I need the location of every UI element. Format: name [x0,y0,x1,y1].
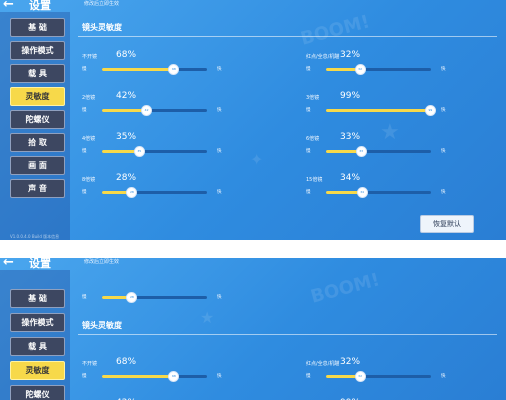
slider-min-label: 慢 [306,67,311,72]
settings-panel-top: BOOM! ★ ✦ ← 设置 修改后立即生效 基 础 操作模式 载 具 灵敏度 … [0,0,506,240]
slider-fill [102,68,174,71]
slider-min-label: 慢 [306,374,311,379]
back-arrow-icon[interactable]: ← [3,0,14,12]
slider-label: 15倍镜 [306,177,323,183]
slider-min-label: 慢 [82,149,87,154]
slider-track[interactable]: 34 [326,187,431,198]
slider-label: 红点/全息/机瞄 [306,361,340,367]
slider-label: 6倍镜 [306,136,320,142]
slider-label: 不开镜 [82,361,98,367]
sidebar-item-controls[interactable]: 操作模式 [10,313,65,332]
sidebar-item-audio[interactable]: 声 音 [10,179,65,198]
slider-max-label: 快 [217,190,222,195]
sidebar-item-pickup[interactable]: 拾 取 [10,133,65,152]
slider-value: 68% [116,357,137,367]
slider-min-label: 慢 [82,190,87,195]
slider-label: 3倍镜 [306,95,320,101]
sidebar: 基 础 操作模式 载 具 灵敏度 陀螺仪 拾 取 画 面 声 音 [0,12,70,240]
slider-max-label: 快 [217,108,222,113]
sidebar-item-gyroscope[interactable]: 陀螺仪 [10,110,65,129]
slider-knob[interactable]: 34 [356,187,368,198]
slider-knob[interactable]: 28 [126,187,138,198]
slider-min-label: 慢 [82,374,87,379]
section-title: 镜头灵敏度 [82,23,122,32]
slider-track[interactable]: 68 [102,64,207,75]
slider-track[interactable]: 32 [326,64,431,75]
sidebar-item-controls[interactable]: 操作模式 [10,41,65,60]
slider-value: 34% [340,173,361,183]
section-divider [78,334,497,335]
slider-value: 35% [116,132,137,142]
slider-max-label: 快 [217,67,222,72]
slider-label: 不开镜 [82,54,98,60]
slider-min-label: 慢 [82,108,87,113]
slider-value: 28% [116,173,137,183]
back-arrow-icon[interactable]: ← [3,258,14,270]
slider-value: 32% [340,357,361,367]
slider-value: 32% [340,50,361,60]
slider-track[interactable]: 68 [102,371,207,382]
sidebar-item-sensitivity[interactable]: 灵敏度 [10,361,65,380]
slider-knob[interactable]: 28 [126,292,138,303]
slider-max-label: 快 [441,149,446,154]
sidebar-item-gyroscope[interactable]: 陀螺仪 [10,385,65,400]
top-bar: ← 设置 修改后立即生效 [0,0,506,12]
restore-default-button[interactable]: 恢复默认 [420,215,474,233]
slider-knob[interactable]: 35 [133,146,145,157]
slider-value: 68% [116,50,137,60]
slider-max-label: 快 [441,374,446,379]
slider-max-label: 快 [217,149,222,154]
slider-knob[interactable]: 33 [355,146,367,157]
slider-min-label: 慢 [306,108,311,113]
slider-value: 99% [340,91,361,101]
slider-track[interactable]: 28 [102,292,207,303]
slider-knob[interactable]: 42 [141,105,153,116]
slider-label: 4倍镜 [82,136,96,142]
slider-max-label: 快 [217,374,222,379]
slider-track[interactable]: 35 [102,146,207,157]
slider-knob[interactable]: 68 [168,64,180,75]
sidebar-item-basic[interactable]: 基 础 [10,289,65,308]
slider-track[interactable]: 33 [326,146,431,157]
slider-knob[interactable]: 32 [354,371,366,382]
slider-knob[interactable]: 99 [424,105,436,116]
slider-track[interactable]: 99 [326,105,436,116]
sidebar: 基 础 操作模式 载 具 灵敏度 陀螺仪 [0,270,70,400]
slider-max-label: 快 [441,190,446,195]
slider-fill [102,375,174,378]
slider-min-label: 慢 [306,149,311,154]
slider-track[interactable]: 28 [102,187,207,198]
sidebar-item-sensitivity[interactable]: 灵敏度 [10,87,65,106]
slider-value: 42% [116,91,137,101]
slider-label: 红点/全息/机瞄 [306,54,340,60]
slider-track[interactable]: 32 [326,371,431,382]
slider-min-label: 慢 [82,67,87,72]
slider-min-label: 慢 [82,295,87,300]
slider-value: 33% [340,132,361,142]
slider-max-label: 快 [217,295,222,300]
sidebar-item-basic[interactable]: 基 础 [10,18,65,37]
slider-label: 8倍镜 [82,177,96,183]
top-bar: ← 设置 修改后立即生效 [0,258,506,270]
slider-min-label: 慢 [306,190,311,195]
section-title: 镜头灵敏度 [82,321,122,330]
settings-panel-bottom: BOOM! ★ ← 设置 修改后立即生效 基 础 操作模式 载 具 灵敏度 陀螺… [0,258,506,400]
slider-knob[interactable]: 32 [354,64,366,75]
sidebar-item-vehicle[interactable]: 载 具 [10,64,65,83]
version-text: V1.0.0.4.0 Build 版本信息 [10,234,60,239]
hint-text: 修改后立即生效 [84,259,120,265]
slider-max-label: 快 [441,108,446,113]
slider-knob[interactable]: 68 [168,371,180,382]
slider-label: 2倍镜 [82,95,96,101]
section-divider [78,36,497,37]
slider-track[interactable]: 42 [102,105,207,116]
sidebar-item-vehicle[interactable]: 载 具 [10,337,65,356]
slider-fill [102,109,147,112]
sidebar-item-graphics[interactable]: 画 面 [10,156,65,175]
slider-fill [326,109,430,112]
hint-text: 修改后立即生效 [84,1,120,7]
slider-max-label: 快 [441,67,446,72]
